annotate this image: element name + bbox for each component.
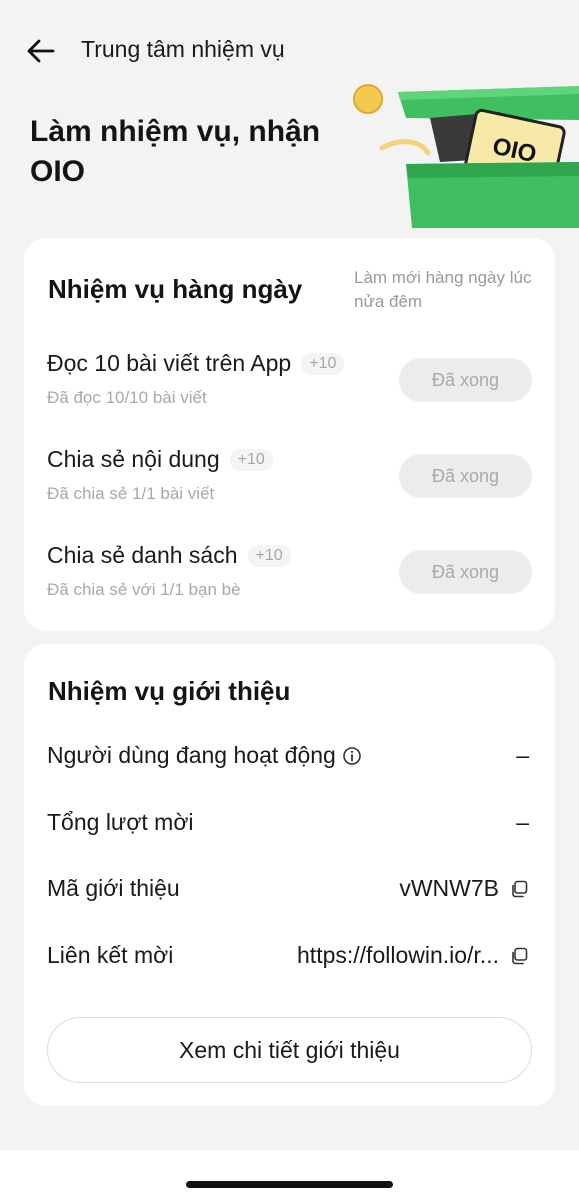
task-title: Đọc 10 bài viết trên App: [47, 350, 292, 376]
task-title: Chia sẻ nội dung: [47, 446, 220, 472]
task-progress: Đã chia sẻ 1/1 bài viết: [47, 484, 215, 503]
active-users-row: Người dùng đang hoạt động –: [24, 742, 555, 782]
task-item: Chia sẻ danh sách +10 Đã chia sẻ với 1/1…: [24, 542, 555, 618]
invite-link-row: Liên kết mời https://followin.io/r...: [24, 942, 555, 982]
referral-card: Nhiệm vụ giới thiệu Người dùng đang hoạt…: [24, 644, 555, 1106]
points-badge: +10: [229, 448, 273, 471]
row-label: Tổng lượt mời: [47, 809, 194, 835]
row-label: Người dùng đang hoạt động: [47, 742, 336, 768]
points-badge: +10: [247, 544, 291, 567]
task-done-button[interactable]: Đã xong: [399, 358, 532, 402]
referral-title: Nhiệm vụ giới thiệu: [48, 676, 291, 706]
task-item: Chia sẻ nội dung +10 Đã chia sẻ 1/1 bài …: [24, 446, 555, 522]
copy-icon[interactable]: [509, 879, 529, 899]
page-title: Trung tâm nhiệm vụ: [81, 36, 285, 62]
referral-code-value: vWNW7B: [399, 875, 499, 901]
arrow-left-icon: [27, 39, 55, 63]
row-value: –: [516, 742, 529, 768]
task-item: Đọc 10 bài viết trên App +10 Đã đọc 10/1…: [24, 350, 555, 426]
row-label: Mã giới thiệu: [47, 875, 180, 901]
daily-tasks-card: Nhiệm vụ hàng ngày Làm mới hàng ngày lúc…: [24, 238, 555, 631]
hero-title: Làm nhiệm vụ, nhận OIO: [30, 115, 321, 188]
task-done-button[interactable]: Đã xong: [399, 550, 532, 594]
invite-link-value: https://followin.io/r...: [297, 942, 499, 968]
back-button[interactable]: [22, 32, 60, 70]
points-badge: +10: [301, 352, 345, 375]
info-icon[interactable]: [342, 746, 362, 766]
row-label: Liên kết mời: [47, 942, 174, 968]
daily-tasks-title: Nhiệm vụ hàng ngày: [48, 274, 303, 304]
gift-box-illustration: OIO: [353, 84, 579, 228]
bottom-safe-area: [0, 1150, 579, 1200]
task-progress: Đã chia sẻ với 1/1 bạn bè: [47, 580, 241, 599]
task-done-button[interactable]: Đã xong: [399, 454, 532, 498]
task-title: Chia sẻ danh sách: [47, 542, 238, 568]
task-progress: Đã đọc 10/10 bài viết: [47, 388, 207, 407]
referral-code-row: Mã giới thiệu vWNW7B: [24, 875, 555, 915]
copy-icon[interactable]: [509, 946, 529, 966]
referral-details-button[interactable]: Xem chi tiết giới thiệu: [47, 1017, 532, 1083]
row-value: –: [516, 809, 529, 835]
refresh-note: Làm mới hàng ngày lúc nửa đêm: [354, 268, 532, 311]
total-invites-row: Tổng lượt mời –: [24, 809, 555, 849]
home-indicator[interactable]: [186, 1181, 393, 1188]
